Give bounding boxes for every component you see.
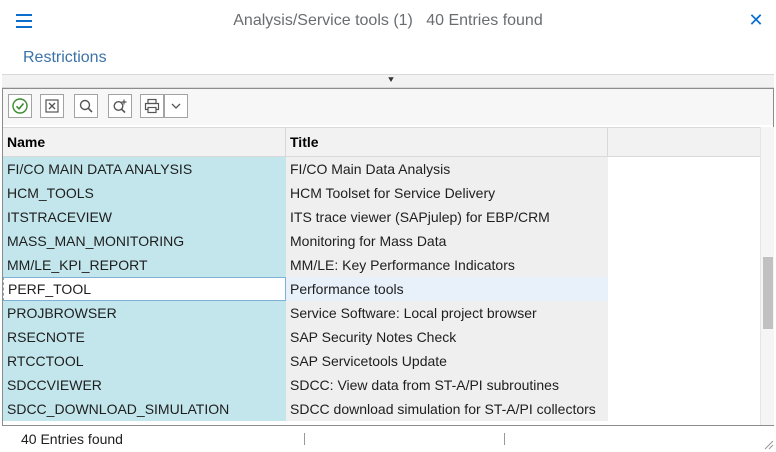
table-row[interactable]: FI/CO MAIN DATA ANALYSIS FI/CO Main Data … <box>3 157 760 181</box>
cell-empty <box>608 277 760 301</box>
cell-empty <box>608 253 760 277</box>
cell-title[interactable]: Performance tools <box>286 277 608 301</box>
table-row[interactable]: ITSTRACEVIEW ITS trace viewer (SAPjulep) … <box>3 205 760 229</box>
search-icon <box>79 99 93 113</box>
cell-title[interactable]: Service Software: Local project browser <box>286 301 608 325</box>
cell-title[interactable]: HCM Toolset for Service Delivery <box>286 181 608 205</box>
check-icon <box>12 98 28 114</box>
scrollbar-thumb[interactable] <box>763 257 773 329</box>
cell-title[interactable]: SDCC download simulation for ST-A/PI col… <box>286 397 608 421</box>
cell-title[interactable]: MM/LE: Key Performance Indicators <box>286 253 608 277</box>
cell-empty <box>608 205 760 229</box>
cell-empty <box>608 325 760 349</box>
column-header-empty <box>608 128 760 156</box>
print-icon <box>144 98 160 114</box>
cell-name[interactable]: RSECNOTE <box>3 325 286 349</box>
table-header: Name Title <box>3 127 760 157</box>
print-button[interactable] <box>140 94 164 118</box>
cell-name[interactable]: ITSTRACEVIEW <box>3 205 286 229</box>
vertical-scrollbar[interactable] <box>760 127 774 425</box>
column-header-name[interactable]: Name <box>3 128 286 156</box>
cell-name[interactable]: MASS_MAN_MONITORING <box>3 229 286 253</box>
table-toolbar <box>3 89 773 125</box>
find-next-button[interactable] <box>108 94 132 118</box>
table-row[interactable]: RSECNOTE SAP Security Notes Check <box>3 325 760 349</box>
table-row[interactable]: RTCCTOOL SAP Servicetools Update <box>3 349 760 373</box>
cell-name[interactable]: SDCCVIEWER <box>3 373 286 397</box>
cell-title[interactable]: FI/CO Main Data Analysis <box>286 157 608 181</box>
check-button[interactable] <box>8 94 32 118</box>
cell-empty <box>608 181 760 205</box>
cell-title[interactable]: ITS trace viewer (SAPjulep) for EBP/CRM <box>286 205 608 229</box>
table-row[interactable]: PERF_TOOL Performance tools <box>3 277 760 301</box>
cell-empty <box>608 157 760 181</box>
status-separator <box>504 433 505 445</box>
cell-name[interactable]: MM/LE_KPI_REPORT <box>3 253 286 277</box>
table-row[interactable]: PROJBROWSER Service Software: Local proje… <box>3 301 760 325</box>
table-row[interactable]: SDCCVIEWER SDCC: View data from ST-A/PI s… <box>3 373 760 397</box>
table-row[interactable]: MM/LE_KPI_REPORT MM/LE: Key Performance I… <box>3 253 760 277</box>
cell-name[interactable]: PROJBROWSER <box>3 301 286 325</box>
column-header-title[interactable]: Title <box>286 128 608 156</box>
table-row[interactable]: HCM_TOOLS HCM Toolset for Service Deliver… <box>3 181 760 205</box>
cell-name[interactable]: HCM_TOOLS <box>3 181 286 205</box>
cell-empty <box>608 373 760 397</box>
chevron-down-icon <box>171 103 181 109</box>
cell-empty <box>608 301 760 325</box>
cell-title[interactable]: SDCC: View data from ST-A/PI subroutines <box>286 373 608 397</box>
cell-name[interactable]: FI/CO MAIN DATA ANALYSIS <box>3 157 286 181</box>
search-next-icon <box>113 99 127 114</box>
cell-empty <box>608 349 760 373</box>
cell-title[interactable]: SAP Security Notes Check <box>286 325 608 349</box>
close-icon[interactable]: ✕ <box>746 10 766 30</box>
table-row[interactable]: SDCC_DOWNLOAD_SIMULATION SDCC download si… <box>3 397 760 421</box>
splitter-handle-icon[interactable]: ⯆ <box>387 76 395 86</box>
resize-grip-icon[interactable] <box>762 438 774 450</box>
cancel-button[interactable] <box>40 94 64 118</box>
splitter-bar[interactable]: ⯆ <box>2 74 774 88</box>
results-panel: Name Title FI/CO MAIN DATA ANALYSIS FI/CO… <box>2 88 774 426</box>
status-bar: 40 Entries found <box>0 428 776 452</box>
table-body: FI/CO MAIN DATA ANALYSIS FI/CO Main Data … <box>3 157 760 425</box>
cell-name[interactable]: RTCCTOOL <box>3 349 286 373</box>
cell-empty <box>608 397 760 421</box>
cell-name[interactable]: SDCC_DOWNLOAD_SIMULATION <box>3 397 286 421</box>
print-options-dropdown[interactable] <box>164 94 188 118</box>
status-separator <box>304 433 305 445</box>
cell-empty <box>608 229 760 253</box>
cell-title[interactable]: SAP Servicetools Update <box>286 349 608 373</box>
dialog-title: Analysis/Service tools (1) 40 Entries fo… <box>233 12 543 29</box>
find-button[interactable] <box>74 94 98 118</box>
cell-name[interactable]: PERF_TOOL <box>3 277 286 301</box>
cell-title[interactable]: Monitoring for Mass Data <box>286 229 608 253</box>
table-row[interactable]: MASS_MAN_MONITORING Monitoring for Mass D… <box>3 229 760 253</box>
restrictions-link[interactable]: Restrictions <box>23 49 107 67</box>
dialog-header: Analysis/Service tools (1) 40 Entries fo… <box>0 0 776 44</box>
status-text: 40 Entries found <box>21 431 123 447</box>
delete-icon <box>45 99 59 113</box>
